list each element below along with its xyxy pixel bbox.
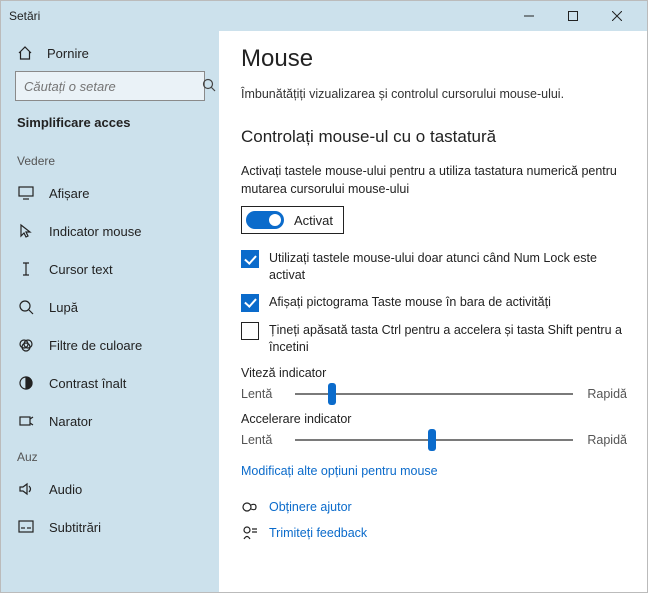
mouse-keys-toggle[interactable]: Activat xyxy=(241,206,344,234)
checkbox-ctrl-shift[interactable]: Țineți apăsată tasta Ctrl pentru a accel… xyxy=(241,322,627,356)
audio-icon xyxy=(17,480,35,498)
close-button[interactable] xyxy=(595,1,639,31)
category-header: Simplificare acces xyxy=(1,111,219,144)
checkbox-numlock[interactable]: Utilizați tastele mouse-ului doar atunci… xyxy=(241,250,627,284)
section-label-vedere: Vedere xyxy=(1,144,219,174)
sidebar-item-lupa[interactable]: Lupă xyxy=(1,288,219,326)
pointer-icon xyxy=(17,222,35,240)
sidebar-item-audio[interactable]: Audio xyxy=(1,470,219,508)
toggle-switch-on-icon xyxy=(246,211,284,229)
sidebar-item-filtre-culoare[interactable]: Filtre de culoare xyxy=(1,326,219,364)
text-cursor-icon xyxy=(17,260,35,278)
main-content: Mouse Îmbunătățiți vizualizarea și contr… xyxy=(219,31,647,592)
search-icon xyxy=(202,78,216,95)
search-field[interactable] xyxy=(24,79,202,94)
toggle-description: Activați tastele mouse-ului pentru a uti… xyxy=(241,163,627,198)
sidebar: Pornire Simplificare acces Vedere Afișar… xyxy=(1,31,219,592)
maximize-button[interactable] xyxy=(551,1,595,31)
color-filter-icon xyxy=(17,336,35,354)
home-label: Pornire xyxy=(47,46,89,61)
slider-max-label: Rapidă xyxy=(583,387,627,401)
feedback-icon xyxy=(241,524,259,542)
checkbox-label: Utilizați tastele mouse-ului doar atunci… xyxy=(269,250,627,284)
sidebar-item-indicator-mouse[interactable]: Indicator mouse xyxy=(1,212,219,250)
narrator-icon xyxy=(17,412,35,430)
minimize-button[interactable] xyxy=(507,1,551,31)
titlebar: Setări xyxy=(1,1,647,31)
magnifier-icon xyxy=(17,298,35,316)
section-title: Controlați mouse-ul cu o tastatură xyxy=(241,127,627,147)
slider-min-label: Lentă xyxy=(241,433,285,447)
search-input[interactable] xyxy=(15,71,205,101)
toggle-state-label: Activat xyxy=(294,213,333,228)
sidebar-item-label: Afișare xyxy=(49,186,89,201)
sidebar-item-label: Contrast înalt xyxy=(49,376,126,391)
sidebar-item-subtitrari[interactable]: Subtitrări xyxy=(1,508,219,546)
slider-max-label: Rapidă xyxy=(583,433,627,447)
contrast-icon xyxy=(17,374,35,392)
section-label-auz: Auz xyxy=(1,440,219,470)
get-help-link[interactable]: Obținere ajutor xyxy=(241,498,627,516)
slider-title-speed: Viteză indicator xyxy=(241,366,627,380)
sidebar-item-label: Indicator mouse xyxy=(49,224,142,239)
sidebar-item-cursor-text[interactable]: Cursor text xyxy=(1,250,219,288)
help-label: Obținere ajutor xyxy=(269,500,352,514)
checkbox-taskbar-icon[interactable]: Afișați pictograma Taste mouse în bara d… xyxy=(241,294,627,312)
sidebar-item-label: Cursor text xyxy=(49,262,113,277)
sidebar-item-label: Filtre de culoare xyxy=(49,338,142,353)
help-icon xyxy=(241,498,259,516)
checkbox-checked-icon xyxy=(241,294,259,312)
sidebar-item-label: Lupă xyxy=(49,300,78,315)
sidebar-item-contrast-inalt[interactable]: Contrast înalt xyxy=(1,364,219,402)
checkbox-label: Țineți apăsată tasta Ctrl pentru a accel… xyxy=(269,322,627,356)
slider-min-label: Lentă xyxy=(241,387,285,401)
sidebar-item-label: Subtitrări xyxy=(49,520,101,535)
page-description: Îmbunătățiți vizualizarea și controlul c… xyxy=(241,87,627,101)
pointer-accel-slider[interactable] xyxy=(295,430,573,450)
page-title: Mouse xyxy=(241,45,627,73)
sidebar-item-narator[interactable]: Narator xyxy=(1,402,219,440)
checkbox-checked-icon xyxy=(241,250,259,268)
slider-title-accel: Accelerare indicator xyxy=(241,412,627,426)
checkbox-unchecked-icon xyxy=(241,322,259,340)
sidebar-item-afisare[interactable]: Afișare xyxy=(1,174,219,212)
home-icon xyxy=(17,45,33,61)
display-icon xyxy=(17,184,35,202)
checkbox-label: Afișați pictograma Taste mouse în bara d… xyxy=(269,294,551,311)
window-title: Setări xyxy=(9,9,40,23)
feedback-label: Trimiteți feedback xyxy=(269,526,367,540)
feedback-link[interactable]: Trimiteți feedback xyxy=(241,524,627,542)
captions-icon xyxy=(17,518,35,536)
home-button[interactable]: Pornire xyxy=(1,35,219,71)
sidebar-item-label: Narator xyxy=(49,414,92,429)
pointer-speed-slider[interactable] xyxy=(295,384,573,404)
sidebar-item-label: Audio xyxy=(49,482,82,497)
settings-window: Setări Pornire Simplificare acc xyxy=(0,0,648,593)
more-mouse-options-link[interactable]: Modificați alte opțiuni pentru mouse xyxy=(241,464,627,478)
